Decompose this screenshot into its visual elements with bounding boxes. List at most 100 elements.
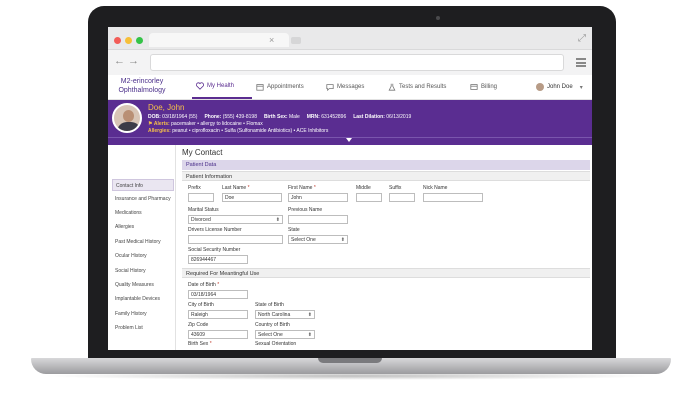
state-of-birth-select[interactable]: North Carolina [255,310,315,319]
birth-sex-label: Birth Sex: [263,114,288,120]
state-of-birth-label: State of Birth [255,302,284,308]
suffix-label: Suffix [389,185,402,191]
chevron-down-icon: ▾ [579,84,583,91]
nav-my-health[interactable]: My Health [192,75,252,99]
back-arrow-icon[interactable]: ← [114,55,125,67]
nav-messages-label: Messages [337,84,365,90]
dob-field-label: Date of Birth * [188,282,219,288]
state-label: State [288,227,300,233]
url-bar[interactable] [150,54,564,71]
forward-arrow-icon[interactable]: → [128,55,139,67]
sidebar-item-family-history[interactable]: Family History [112,308,174,320]
dilation-label: Last Dilation: [353,114,385,120]
zip-code-label: Zip Code [188,322,209,328]
sidebar-item-social-history[interactable]: Social History [112,265,174,277]
phone-label: Phone: [204,114,222,120]
first-name-input[interactable]: John [288,193,348,202]
card-icon [470,84,478,90]
nav-billing[interactable]: Billing [470,75,516,99]
last-name-input[interactable]: Doe [222,193,282,202]
license-input[interactable] [188,235,283,244]
new-tab-button[interactable] [291,37,301,44]
section-meaningful-use: Required For Meantingful Use [182,268,590,278]
required-mark: * [313,185,316,191]
nav-tests-results[interactable]: Tests and Results [388,75,458,99]
user-avatar [536,83,544,91]
laptop-notch [318,358,382,363]
browser-chrome: × ⤢ ← → [108,27,592,75]
ssn-input[interactable]: 826944467 [188,255,248,264]
expand-caret-icon[interactable] [346,138,352,142]
alerts-label: Alerts: [153,121,170,127]
mrn-label: MRN: [306,114,320,120]
fullscreen-icon[interactable]: ⤢ [578,33,586,44]
nav-my-health-label: My Health [207,83,235,89]
required-mark: * [247,185,250,191]
nick-name-label: Nick Name [423,185,448,191]
dob-field-label-text: Date of Birth [188,282,216,288]
ssn-label: Social Security Number [188,247,241,253]
birth-sex-label: Birth Sex * [188,341,212,347]
middle-input[interactable] [356,193,382,202]
prefix-label: Prefix [188,185,201,191]
dob-label: DOB: [148,114,161,120]
minimize-window-dot[interactable] [125,37,132,44]
sidebar-item-past-medical-history[interactable]: Past Medical History [112,236,174,248]
tab-close-icon[interactable]: × [269,35,274,45]
close-window-dot[interactable] [114,37,121,44]
nick-name-input[interactable] [423,193,483,202]
previous-name-label: Previous Name [288,207,323,213]
sidebar: Contact Info Insurance and Pharmacy Medi… [108,145,176,350]
contact-form: My Contact Patient Data Patient Informat… [180,145,592,350]
dob-value: 03/18/1964 (55) [162,114,198,120]
flag-icon: ⚑ [148,121,153,127]
mrn-value: 631452896 [321,114,347,120]
chat-icon [326,84,334,91]
app-header: M2-erincorley Ophthalmology My Health Ap… [108,75,592,100]
sidebar-item-quality-measures[interactable]: Quality Measures [112,279,174,291]
sidebar-item-implantable-devices[interactable]: Implantable Devices [112,293,174,305]
previous-name-input[interactable] [288,215,348,224]
city-of-birth-input[interactable]: Raleigh [188,310,248,319]
middle-label: Middle [356,185,371,191]
nav-messages[interactable]: Messages [326,75,382,99]
required-mark: * [209,341,212,347]
browser-tab[interactable] [149,33,289,47]
patient-photo [112,103,142,133]
allergies-label: Allergies: [148,128,171,134]
sidebar-item-allergies[interactable]: Allergies [112,221,174,233]
browser-menu-icon[interactable] [576,58,586,67]
maximize-window-dot[interactable] [136,37,143,44]
sidebar-item-contact-info[interactable]: Contact Info [112,179,174,191]
state-select[interactable]: Select One [288,235,348,244]
alerts-value: pacemaker • allergy to lidocaine • Floma… [171,121,263,127]
zip-code-input[interactable]: 43609 [188,330,248,339]
license-label: Drivers License Number [188,227,242,233]
marital-status-select[interactable]: Divorced [188,215,283,224]
country-of-birth-select[interactable]: Select One [255,330,315,339]
last-name-label: Last Name * [222,185,250,191]
patient-banner: Doe, John DOB: 03/18/1964 (55) Phone: (5… [108,100,592,137]
sexual-orientation-label: Sexual Orientation [255,341,297,347]
sidebar-item-insurance[interactable]: Insurance and Pharmacy [112,193,174,205]
sidebar-item-medications[interactable]: Medications [112,207,174,219]
heart-icon [196,82,204,90]
nav-appointments[interactable]: Appointments [256,75,320,99]
last-name-label-text: Last Name [222,185,247,191]
allergies-value: peanut • ciprofloxacin • Sulfa (Sulfonam… [172,128,329,134]
required-mark: * [217,282,220,288]
address-row: ← → [108,49,592,75]
sidebar-item-ocular-history[interactable]: Ocular History [112,250,174,262]
practice-name: M2-erincorley Ophthalmology [112,77,172,95]
suffix-input[interactable] [389,193,415,202]
sidebar-item-problem-list[interactable]: Problem List [112,322,174,334]
dob-input[interactable]: 03/18/1964 [188,290,248,299]
flask-icon [388,83,396,91]
patient-demographics: DOB: 03/18/1964 (55) Phone: (555) 439-81… [148,114,411,120]
user-menu[interactable]: John Doe ▾ [536,83,583,91]
phone-value: (555) 439-8198 [222,114,257,120]
section-patient-data: Patient Data [182,160,590,170]
camera-dot [436,16,440,20]
prefix-input[interactable] [188,193,214,202]
screen: × ⤢ ← → M2-erincorley Ophthalmology My H… [108,27,592,350]
